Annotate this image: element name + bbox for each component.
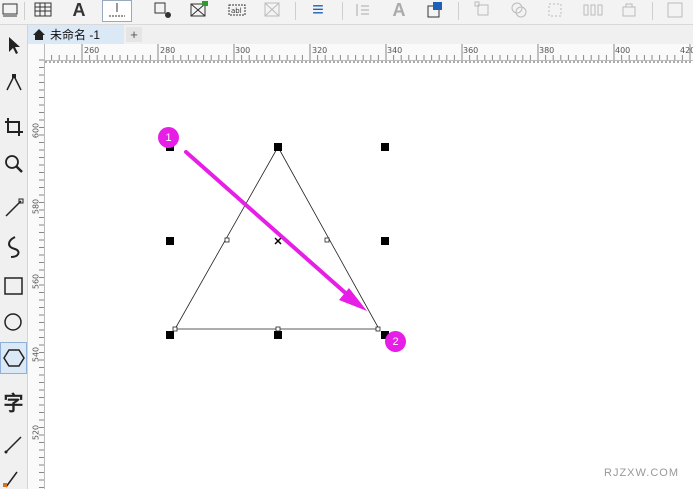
image-frame-icon[interactable] <box>188 0 210 20</box>
zoom-tool-icon[interactable] <box>0 147 27 181</box>
tab-title: 未命名 -1 <box>50 28 101 42</box>
toolbox: 字 <box>0 25 28 489</box>
convert-icon[interactable] <box>664 0 686 20</box>
node-points <box>172 237 381 332</box>
ruler-tick-label: 580 <box>31 198 41 215</box>
bitmap-icon[interactable] <box>0 0 20 20</box>
selection-handle[interactable] <box>166 237 174 245</box>
ruler-tick-label: 280 <box>160 46 176 55</box>
tab-document[interactable]: 未命名 -1 <box>28 25 124 44</box>
drawing-canvas[interactable]: 1 2 <box>45 61 693 489</box>
placeholder-frame-icon[interactable] <box>262 0 284 20</box>
node-point[interactable] <box>275 326 281 332</box>
table-icon[interactable] <box>32 0 54 20</box>
selection-handle[interactable] <box>274 143 282 151</box>
standard-toolbar: A abl ≡ A <box>0 0 693 25</box>
rectangle-tool-icon[interactable] <box>0 269 27 303</box>
horizontal-ruler-ticks <box>44 44 691 60</box>
ruler-tick-label: 600 <box>31 122 41 139</box>
text-icon[interactable]: A <box>68 0 90 20</box>
dimension-tool-icon[interactable] <box>0 427 27 461</box>
arrange-icon[interactable] <box>424 0 446 20</box>
node-point[interactable] <box>172 326 178 332</box>
combine-icon[interactable] <box>508 0 530 20</box>
list-icon[interactable]: ≡ <box>306 0 330 21</box>
artistic-media-tool-icon[interactable] <box>0 229 27 265</box>
ruler-tick-label: 380 <box>539 46 555 55</box>
ruler-tick-label: 560 <box>31 273 41 290</box>
selection-handle[interactable] <box>166 331 174 339</box>
selection-handle[interactable] <box>381 143 389 151</box>
ruler-tick-label: 320 <box>312 46 328 55</box>
ruler-tick-label: 360 <box>463 46 479 55</box>
text-outline-icon[interactable]: A <box>388 0 410 20</box>
pick-tool-icon[interactable] <box>0 29 27 61</box>
polygon-tool-icon[interactable] <box>0 342 27 374</box>
step-badge-2: 2 <box>385 331 406 352</box>
arrow-annotation <box>184 150 352 299</box>
canvas-drawing <box>45 61 693 339</box>
ruler-tick-label: 300 <box>235 46 251 55</box>
group-icon[interactable] <box>472 0 494 20</box>
lock-icon[interactable] <box>618 0 640 20</box>
align-text-icon[interactable] <box>352 0 374 20</box>
svg-text:abl: abl <box>231 7 242 15</box>
vertical-ruler[interactable]: 600 580 560 540 520 <box>28 44 45 489</box>
horizontal-ruler[interactable]: 260 280 300 320 340 360 380 400 420 <box>44 44 693 61</box>
break-apart-icon[interactable] <box>544 0 566 20</box>
add-tab-button[interactable]: + <box>126 27 142 42</box>
ellipse-tool-icon[interactable] <box>0 305 27 339</box>
crop-tool-icon[interactable] <box>0 109 27 145</box>
vertical-ruler-ticks <box>39 59 44 488</box>
ruler-tick-label: 340 <box>387 46 403 55</box>
document-tab-bar: 未命名 -1 + <box>28 25 693 44</box>
watermark: RJZXW.COM <box>604 467 679 479</box>
distribute-icon[interactable] <box>580 0 606 20</box>
home-icon <box>32 28 46 41</box>
node-point[interactable] <box>324 237 330 243</box>
center-mark-icon <box>274 237 282 245</box>
dimension-icon[interactable] <box>102 0 132 22</box>
ruler-tick-label: 420 <box>680 46 693 55</box>
shape-tool-icon[interactable] <box>0 65 27 101</box>
step-badge-1: 1 <box>158 127 179 148</box>
text-tool-icon[interactable]: 字 <box>0 383 27 419</box>
node-point[interactable] <box>224 237 230 243</box>
ruler-tick-label: 260 <box>84 46 100 55</box>
transform-icon[interactable] <box>152 0 174 20</box>
text-frame-icon[interactable]: abl <box>226 0 248 20</box>
ruler-tick-label: 520 <box>31 424 41 441</box>
selection-handle[interactable] <box>274 331 282 339</box>
ruler-tick-label: 540 <box>31 346 41 363</box>
connector-tool-icon[interactable] <box>0 469 27 489</box>
ruler-tick-label: 400 <box>615 46 631 55</box>
node-point[interactable] <box>375 326 381 332</box>
freehand-tool-icon[interactable] <box>0 191 27 225</box>
selection-handle[interactable] <box>381 237 389 245</box>
